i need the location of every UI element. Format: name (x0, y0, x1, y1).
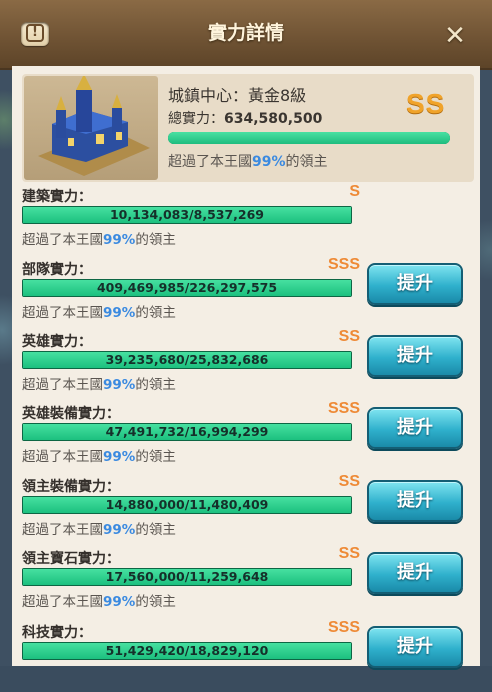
power-row-building: 建築實力： S 10,134,083/8,537,269 超過了本王國99%的領主 (22, 183, 478, 256)
city-summary-card: 城鎮中心：黃金8級 總實力：634,580,500 SS 超過了本王國99%的領… (22, 74, 474, 182)
total-progress-bar (168, 132, 450, 144)
power-progress-bar: 14,880,000/11,480,409 (22, 496, 352, 514)
power-row-tech: 科技實力： SSS 51,429,420/18,829,120 提升 (22, 619, 478, 692)
power-progress-bar: 409,469,985/226,297,575 (22, 279, 352, 297)
power-value: 10,134,083/8,537,269 (109, 207, 265, 222)
power-value: 409,469,985/226,297,575 (96, 280, 278, 295)
percentile-text: 超過了本王國99%的領主 (22, 377, 176, 393)
power-progress-bar: 47,491,732/16,994,299 (22, 423, 352, 441)
power-value: 47,491,732/16,994,299 (105, 424, 269, 439)
power-details-panel: 城鎮中心：黃金8級 總實力：634,580,500 SS 超過了本王國99%的領… (12, 66, 480, 668)
power-row-label: 部隊實力： (22, 262, 92, 278)
power-row-label: 英雄實力： (22, 334, 92, 350)
town-center-name: 城鎮中心：黃金8級 (168, 86, 307, 105)
close-icon[interactable]: ✕ (440, 21, 470, 51)
upgrade-button[interactable]: 提升 (367, 335, 463, 377)
power-progress-bar: 51,429,420/18,829,120 (22, 642, 352, 660)
power-progress-bar: 10,134,083/8,537,269 (22, 206, 352, 224)
dialog-header: ! 實力詳情 ✕ (0, 0, 492, 70)
upgrade-button[interactable]: 提升 (367, 552, 463, 594)
power-row-label: 科技實力： (22, 625, 92, 641)
power-row-hero-gear: 英雄裝備實力： SSS 47,491,732/16,994,299 超過了本王國99%… (22, 400, 478, 473)
upgrade-button[interactable]: 提升 (367, 407, 463, 449)
power-progress-bar: 17,560,000/11,259,648 (22, 568, 352, 586)
total-percentile: 超過了本王國99%的領主 (168, 154, 328, 170)
percentile-text: 超過了本王國99%的領主 (22, 232, 176, 248)
rank-badge: SS (338, 545, 360, 562)
power-value: 14,880,000/11,480,409 (105, 497, 269, 512)
total-rank-badge: SS (406, 88, 446, 119)
power-row-hero: 英雄實力： SS 39,235,680/25,832,686 超過了本王國99%的領主… (22, 328, 478, 401)
rank-badge: S (349, 183, 360, 200)
rank-badge: SSS (327, 619, 360, 636)
power-value: 51,429,420/18,829,120 (105, 643, 269, 658)
power-row-lord-gem: 領主寶石實力： SS 17,560,000/11,259,648 超過了本王國99%的… (22, 545, 478, 618)
power-value: 39,235,680/25,832,686 (105, 352, 269, 367)
rank-badge: SS (338, 328, 360, 345)
power-row-troop: 部隊實力： SSS 409,469,985/226,297,575 超過了本王國99%… (22, 256, 478, 329)
power-value: 17,560,000/11,259,648 (105, 569, 269, 584)
rank-badge: SS (338, 473, 360, 490)
town-center-image (24, 76, 158, 180)
percentile-text: 超過了本王國99%的領主 (22, 449, 176, 465)
upgrade-button[interactable]: 提升 (367, 480, 463, 522)
power-row-label: 領主裝備實力： (22, 479, 120, 495)
total-power: 總實力：634,580,500 (168, 111, 323, 127)
upgrade-button[interactable]: 提升 (367, 263, 463, 305)
dialog-title: 實力詳情 (207, 22, 284, 44)
rank-badge: SSS (327, 400, 360, 417)
upgrade-button[interactable]: 提升 (367, 626, 463, 668)
rank-badge: SSS (327, 256, 360, 273)
percentile-text: 超過了本王國99%的領主 (22, 594, 176, 610)
power-row-label: 英雄裝備實力： (22, 406, 120, 422)
percentile-text: 超過了本王國99%的領主 (22, 305, 176, 321)
power-row-label: 領主寶石實力： (22, 551, 120, 567)
power-progress-bar: 39,235,680/25,832,686 (22, 351, 352, 369)
power-row-lord-gear: 領主裝備實力： SS 14,880,000/11,480,409 超過了本王國99%的… (22, 473, 478, 546)
power-row-label: 建築實力： (22, 189, 92, 205)
percentile-text: 超過了本王國99%的領主 (22, 522, 176, 538)
